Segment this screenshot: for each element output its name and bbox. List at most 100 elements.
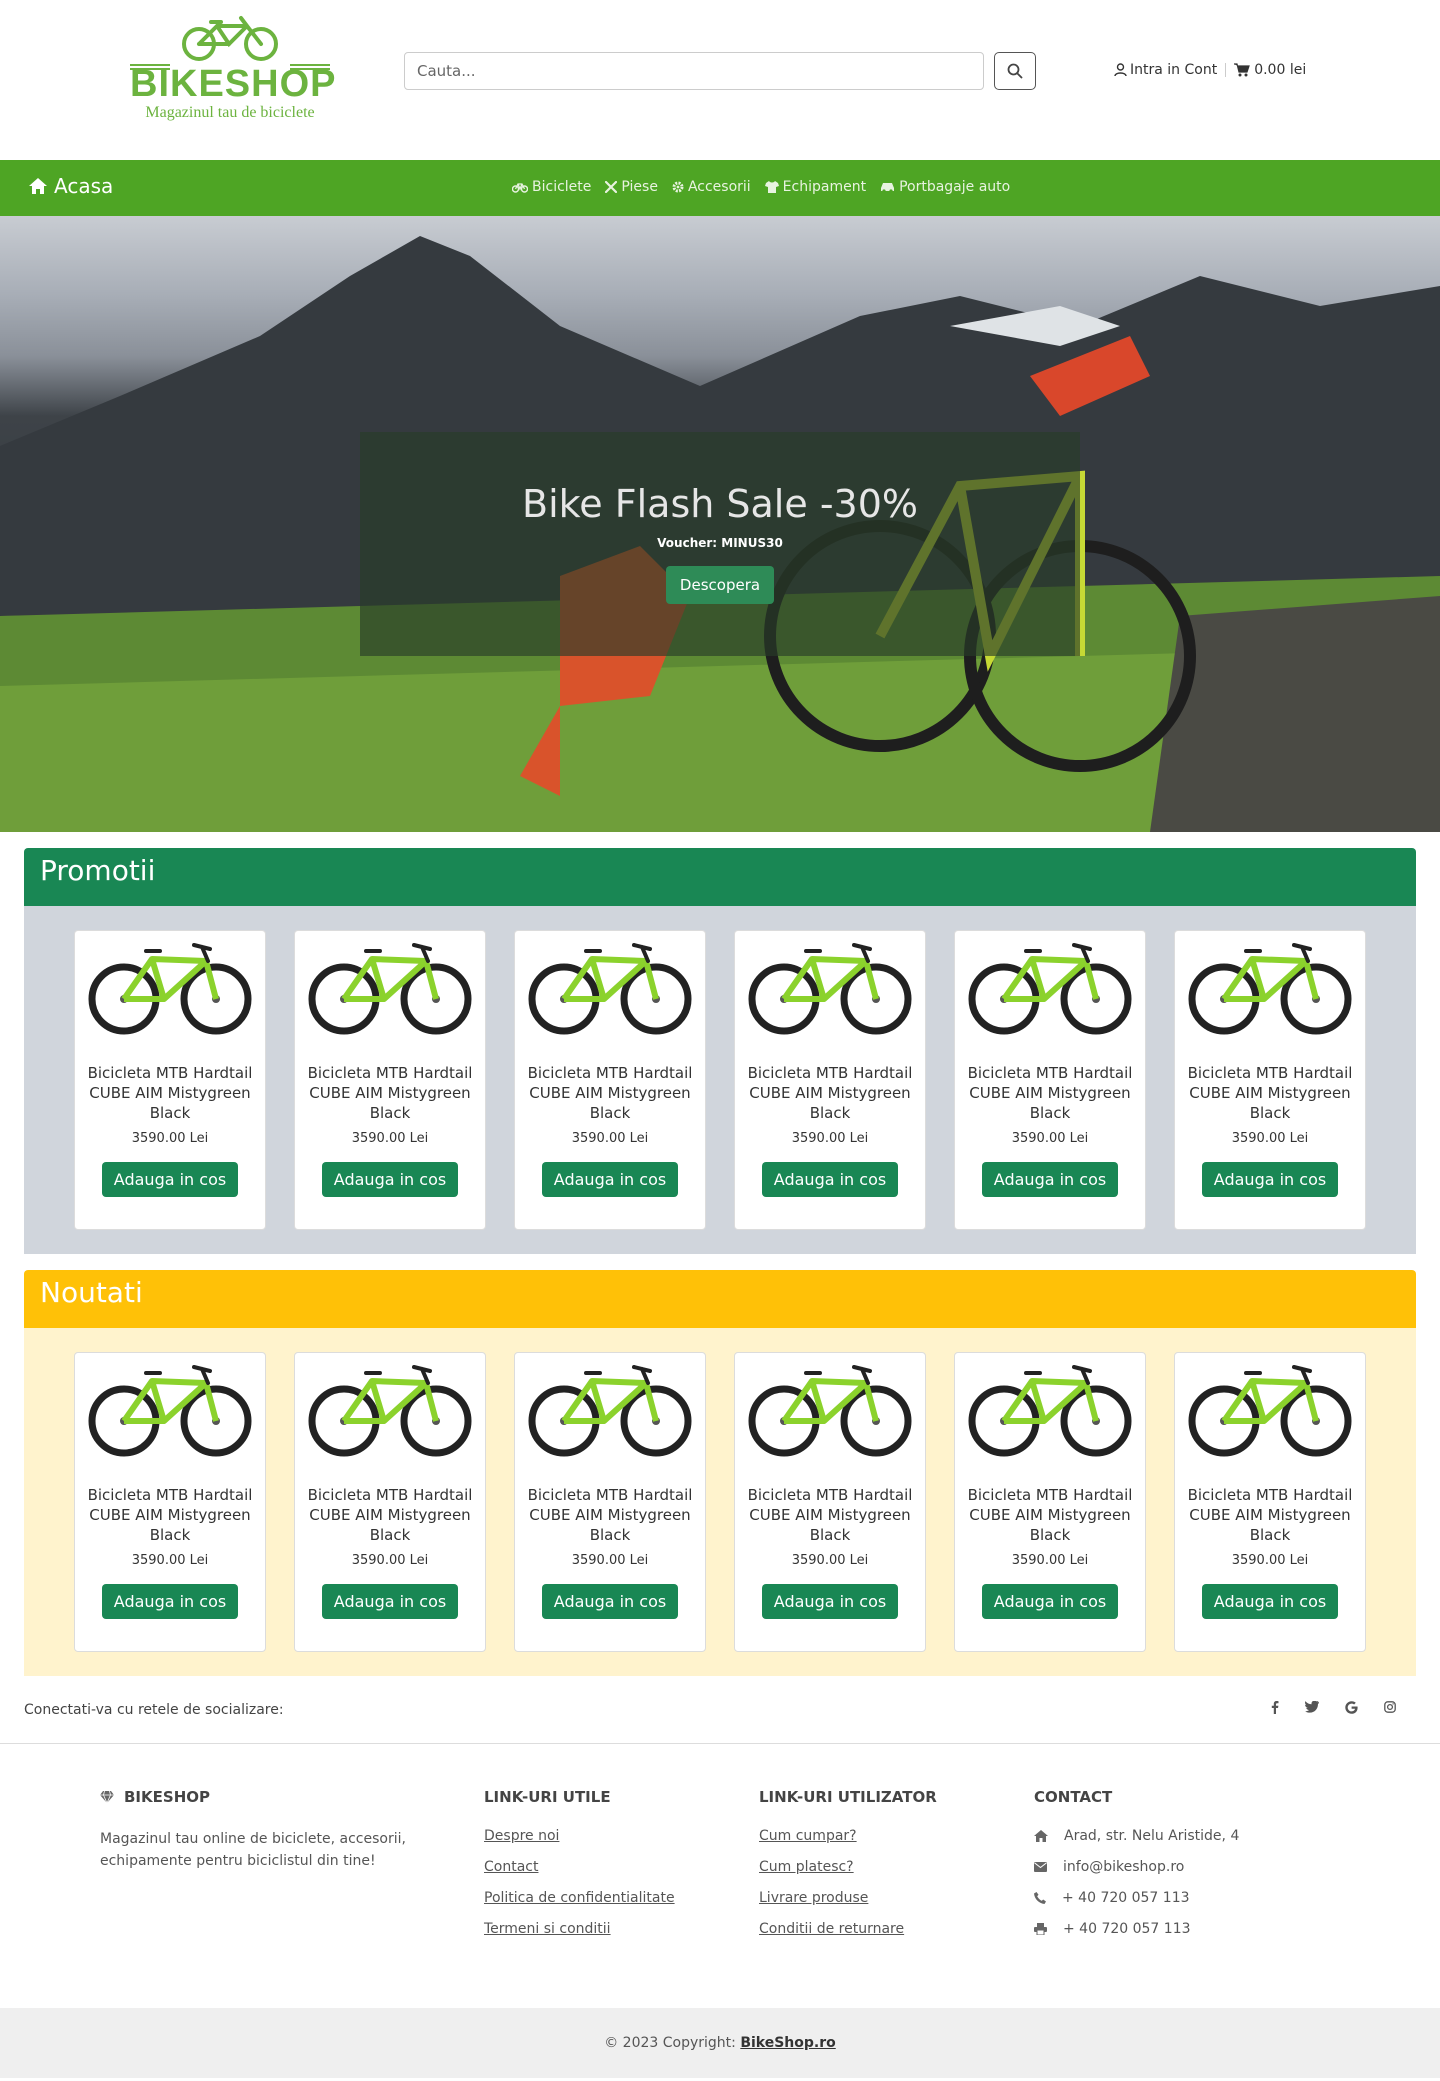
instagram-icon[interactable] — [1384, 1701, 1396, 1718]
copyright-link[interactable]: BikeShop.ro — [740, 2035, 835, 2051]
product-name[interactable]: Bicicleta MTB Hardtail CUBE AIM Mistygre… — [1175, 1063, 1365, 1123]
search-input[interactable] — [404, 52, 984, 90]
contact-phone: + 40 720 057 113 — [1034, 1890, 1294, 1906]
search-icon — [1007, 63, 1023, 79]
add-to-cart-button[interactable]: Adauga in cos — [981, 1162, 1119, 1197]
news-section: Noutati Bicicleta MTB Hardtail CUBE AIM … — [24, 1270, 1416, 1676]
add-to-cart-button[interactable]: Adauga in cos — [1201, 1162, 1339, 1197]
product-card[interactable]: Bicicleta MTB Hardtail CUBE AIM Mistygre… — [954, 930, 1146, 1230]
product-bike-image — [88, 1365, 252, 1457]
product-name[interactable]: Bicicleta MTB Hardtail CUBE AIM Mistygre… — [955, 1063, 1145, 1123]
product-card[interactable]: Bicicleta MTB Hardtail CUBE AIM Mistygre… — [74, 930, 266, 1230]
footer-link-livrare[interactable]: Livrare produse — [759, 1890, 979, 1906]
product-price: 3590.00 Lei — [351, 1553, 429, 1568]
product-bike-image — [88, 943, 252, 1035]
logo-line-left — [130, 64, 170, 70]
nav-item-portbagaje[interactable]: Portbagaje auto — [880, 179, 1010, 195]
nav-item-accesorii[interactable]: Accesorii — [672, 179, 751, 195]
footer: BIKESHOP Magazinul tau online de bicicle… — [0, 1744, 1440, 2008]
product-name[interactable]: Bicicleta MTB Hardtail CUBE AIM Mistygre… — [515, 1063, 705, 1123]
product-card[interactable]: Bicicleta MTB Hardtail CUBE AIM Mistygre… — [294, 1352, 486, 1652]
footer-link-despre[interactable]: Despre noi — [484, 1828, 704, 1844]
footer-about: BIKESHOP Magazinul tau online de bicicle… — [100, 1788, 420, 1872]
user-icon — [1114, 63, 1127, 77]
search-button[interactable] — [994, 52, 1036, 90]
nav-item-biciclete[interactable]: Biciclete — [512, 179, 591, 195]
product-bike-image — [968, 943, 1132, 1035]
product-name[interactable]: Bicicleta MTB Hardtail CUBE AIM Mistygre… — [735, 1485, 925, 1545]
product-card[interactable]: Bicicleta MTB Hardtail CUBE AIM Mistygre… — [1174, 1352, 1366, 1652]
product-name[interactable]: Bicicleta MTB Hardtail CUBE AIM Mistygre… — [295, 1485, 485, 1545]
product-bike-image — [528, 943, 692, 1035]
product-card[interactable]: Bicicleta MTB Hardtail CUBE AIM Mistygre… — [954, 1352, 1146, 1652]
cart-icon — [1234, 63, 1251, 77]
product-name[interactable]: Bicicleta MTB Hardtail CUBE AIM Mistygre… — [75, 1063, 265, 1123]
add-to-cart-button[interactable]: Adauga in cos — [761, 1584, 899, 1619]
product-bike-image — [1188, 943, 1352, 1035]
product-card[interactable]: Bicicleta MTB Hardtail CUBE AIM Mistygre… — [734, 1352, 926, 1652]
phone-icon — [1034, 1892, 1046, 1904]
product-name[interactable]: Bicicleta MTB Hardtail CUBE AIM Mistygre… — [295, 1063, 485, 1123]
product-name[interactable]: Bicicleta MTB Hardtail CUBE AIM Mistygre… — [1175, 1485, 1365, 1545]
add-to-cart-button[interactable]: Adauga in cos — [1201, 1584, 1339, 1619]
footer-link-cum-cumpar[interactable]: Cum cumpar? — [759, 1828, 979, 1844]
footer-link-cum-platesc[interactable]: Cum platesc? — [759, 1859, 979, 1875]
product-name[interactable]: Bicicleta MTB Hardtail CUBE AIM Mistygre… — [75, 1485, 265, 1545]
product-price: 3590.00 Lei — [571, 1553, 649, 1568]
nav-item-echipament[interactable]: Echipament — [764, 179, 866, 195]
search-bar — [404, 52, 1036, 90]
product-bike-image — [308, 1365, 472, 1457]
product-card[interactable]: Bicicleta MTB Hardtail CUBE AIM Mistygre… — [294, 930, 486, 1230]
footer-link-politica[interactable]: Politica de confidentialitate — [484, 1890, 704, 1906]
footer-link-contact[interactable]: Contact — [484, 1859, 704, 1875]
add-to-cart-button[interactable]: Adauga in cos — [981, 1584, 1119, 1619]
logo-line-right — [290, 64, 330, 70]
add-to-cart-button[interactable]: Adauga in cos — [761, 1162, 899, 1197]
cart-link[interactable]: 0.00 lei — [1234, 62, 1306, 78]
promo-products: Bicicleta MTB Hardtail CUBE AIM Mistygre… — [24, 906, 1416, 1254]
hero-banner: Bike Flash Sale -30% Voucher: MINUS30 De… — [0, 216, 1440, 832]
google-icon[interactable] — [1345, 1701, 1358, 1718]
product-name[interactable]: Bicicleta MTB Hardtail CUBE AIM Mistygre… — [515, 1485, 705, 1545]
discover-button[interactable]: Descopera — [665, 566, 775, 604]
news-products: Bicicleta MTB Hardtail CUBE AIM Mistygre… — [24, 1328, 1416, 1676]
nav-item-label: Portbagaje auto — [899, 179, 1011, 195]
add-to-cart-button[interactable]: Adauga in cos — [321, 1584, 459, 1619]
tools-icon — [605, 181, 618, 193]
twitter-icon[interactable] — [1305, 1700, 1319, 1718]
product-card[interactable]: Bicicleta MTB Hardtail CUBE AIM Mistygre… — [514, 1352, 706, 1652]
product-bike-image — [748, 943, 912, 1035]
nav-home-label: Acasa — [54, 174, 114, 198]
car-icon — [881, 182, 895, 193]
nav-home[interactable]: Acasa — [28, 174, 113, 198]
add-to-cart-button[interactable]: Adauga in cos — [101, 1162, 239, 1197]
product-card[interactable]: Bicicleta MTB Hardtail CUBE AIM Mistygre… — [734, 930, 926, 1230]
product-price: 3590.00 Lei — [791, 1553, 869, 1568]
add-to-cart-button[interactable]: Adauga in cos — [101, 1584, 239, 1619]
nav-item-piese[interactable]: Piese — [605, 179, 658, 195]
product-price: 3590.00 Lei — [571, 1131, 649, 1146]
news-title: Noutati — [24, 1270, 1416, 1328]
bike-icon — [512, 182, 528, 193]
nav-menu: Biciclete Piese Accesorii Echipament Por… — [512, 179, 1010, 195]
product-price: 3590.00 Lei — [131, 1553, 209, 1568]
copyright-bar: © 2023 Copyright: BikeShop.ro — [0, 2008, 1440, 2078]
contact-email-text[interactable]: info@bikeshop.ro — [1063, 1859, 1184, 1875]
logo[interactable]: BIKESHOP Magazinul tau de biciclete — [130, 14, 335, 138]
contact-email: info@bikeshop.ro — [1034, 1859, 1294, 1875]
product-name[interactable]: Bicicleta MTB Hardtail CUBE AIM Mistygre… — [955, 1485, 1145, 1545]
product-name[interactable]: Bicicleta MTB Hardtail CUBE AIM Mistygre… — [735, 1063, 925, 1123]
add-to-cart-button[interactable]: Adauga in cos — [321, 1162, 459, 1197]
add-to-cart-button[interactable]: Adauga in cos — [541, 1162, 679, 1197]
footer-contact-title: CONTACT — [1034, 1788, 1113, 1806]
product-price: 3590.00 Lei — [131, 1131, 209, 1146]
product-card[interactable]: Bicicleta MTB Hardtail CUBE AIM Mistygre… — [1174, 930, 1366, 1230]
product-card[interactable]: Bicicleta MTB Hardtail CUBE AIM Mistygre… — [514, 930, 706, 1230]
login-label: Intra in Cont — [1130, 62, 1218, 78]
footer-link-returnare[interactable]: Conditii de returnare — [759, 1921, 979, 1937]
product-card[interactable]: Bicicleta MTB Hardtail CUBE AIM Mistygre… — [74, 1352, 266, 1652]
add-to-cart-button[interactable]: Adauga in cos — [541, 1584, 679, 1619]
facebook-icon[interactable] — [1271, 1701, 1279, 1718]
login-link[interactable]: Intra in Cont — [1114, 62, 1217, 78]
footer-link-termeni[interactable]: Termeni si conditii — [484, 1921, 704, 1937]
